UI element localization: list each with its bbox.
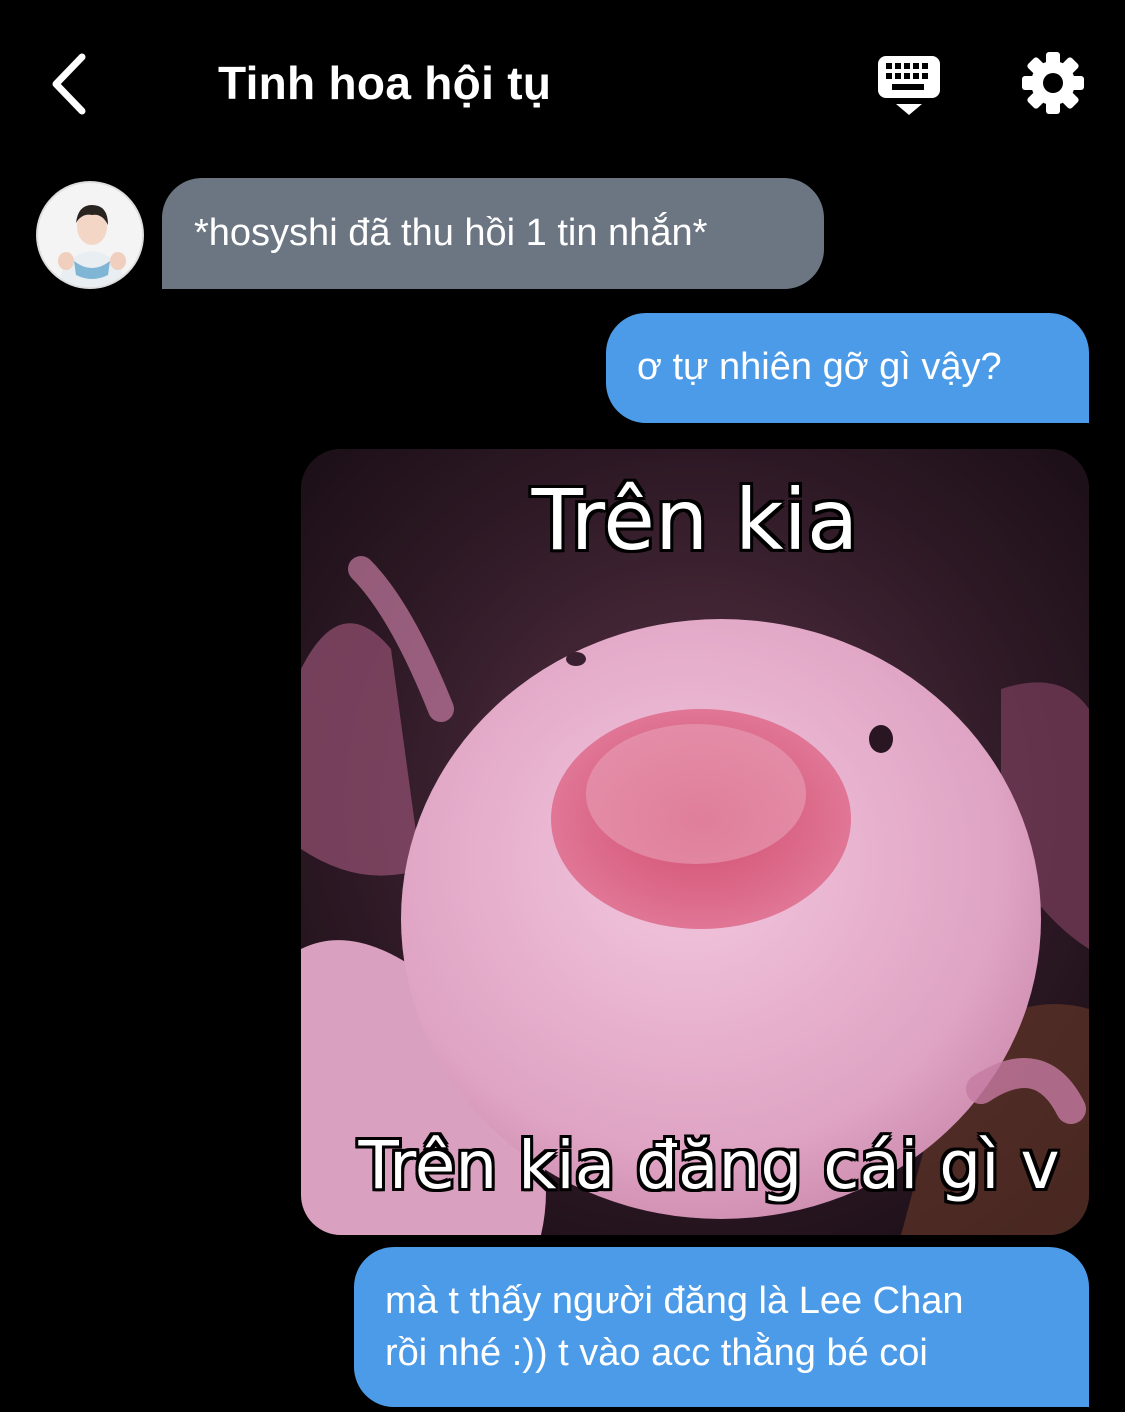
message-bubble-incoming[interactable]: *hosyshi đã thu hồi 1 tin nhắn* (162, 178, 824, 289)
image-message[interactable]: Trên kia Trên kia đăng cái gì v (301, 449, 1089, 1235)
keyboard-toggle-button[interactable] (874, 52, 944, 118)
avatar[interactable] (36, 181, 144, 289)
message-bubble-outgoing[interactable]: mà t thấy người đăng là Lee Chan rồi nhé… (354, 1247, 1089, 1407)
message-line: mà t thấy người đăng là Lee Chan (385, 1280, 964, 1322)
settings-button[interactable] (1020, 50, 1086, 116)
keyboard-hide-icon (878, 56, 940, 115)
meme-caption-bottom: Trên kia đăng cái gì v (358, 1127, 1060, 1204)
gear-icon (1022, 52, 1084, 114)
chevron-left-icon (52, 53, 86, 115)
meme-caption-top: Trên kia (531, 471, 859, 569)
message-line: rồi nhé :)) t vào acc thằng bé coi (385, 1332, 928, 1374)
chat-header: Tinh hoa hội tụ (0, 0, 1125, 165)
message-bubble-outgoing[interactable]: ơ tự nhiên gỡ gì vậy? (606, 313, 1089, 423)
chat-title: Tinh hoa hội tụ (218, 57, 552, 109)
back-button[interactable] (36, 48, 100, 120)
